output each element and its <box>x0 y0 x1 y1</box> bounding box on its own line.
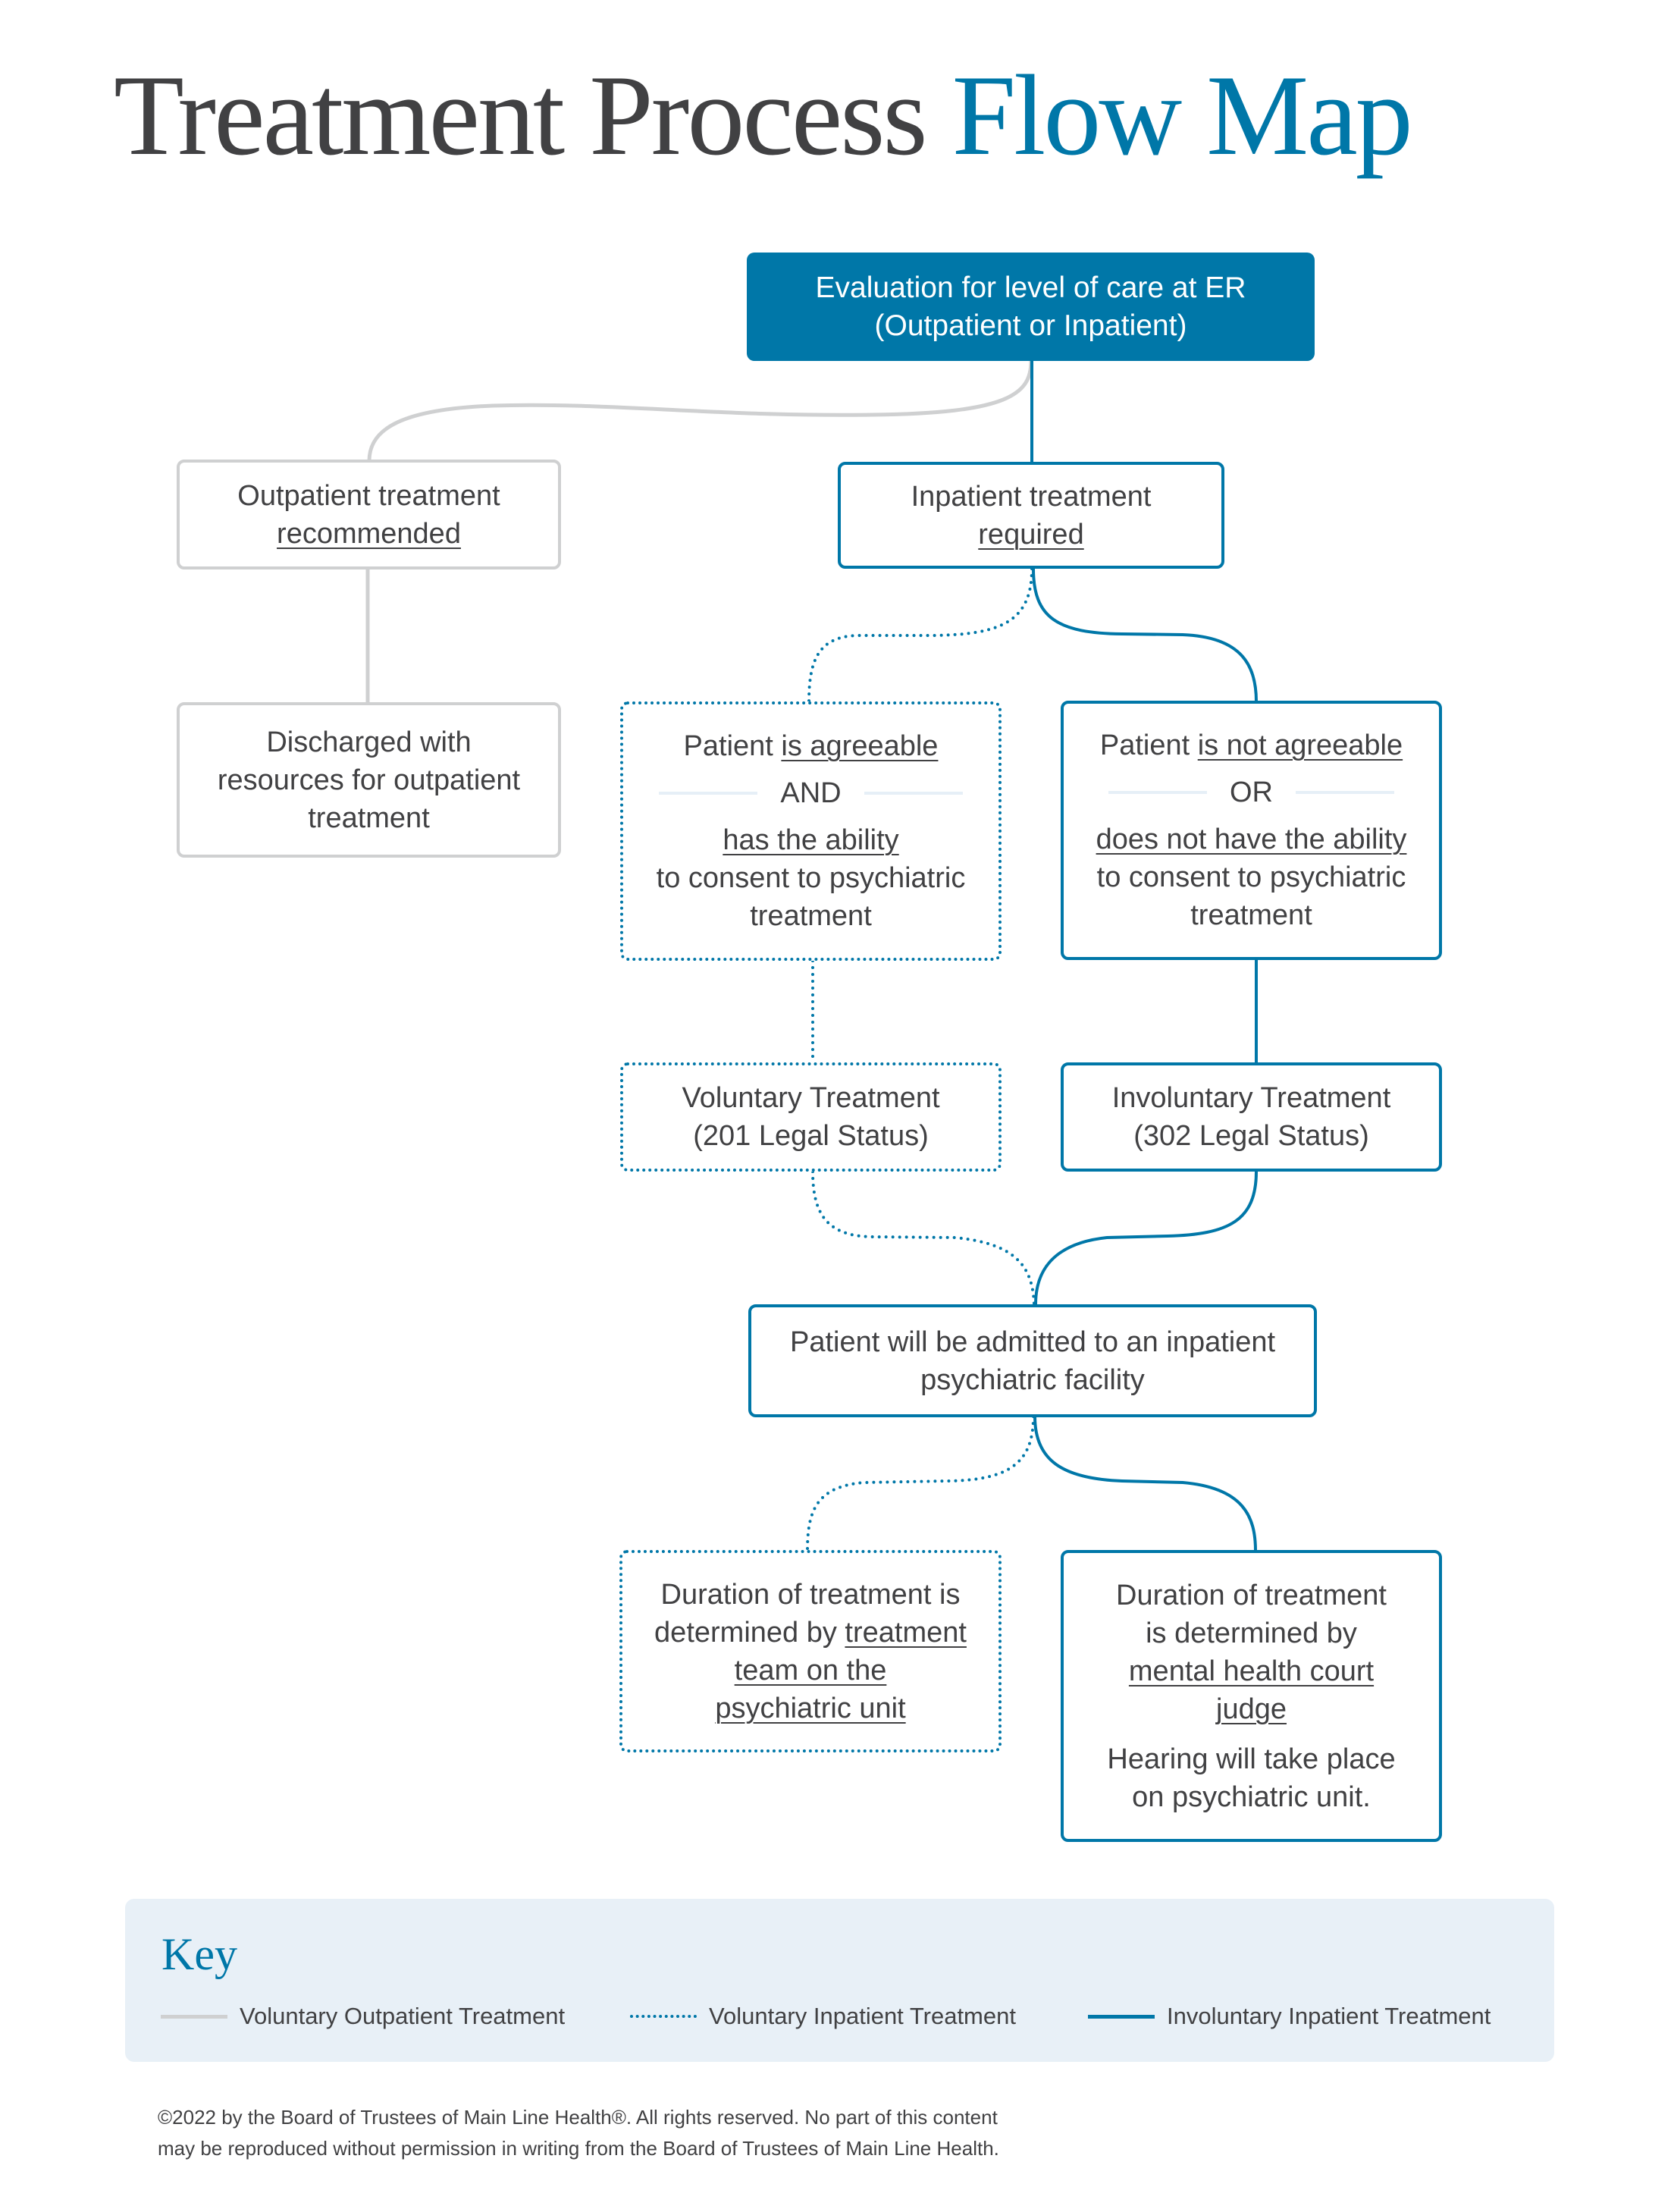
legend-item-involuntary-inpatient: Involuntary Inpatient Treatment <box>1088 2001 1491 2032</box>
connector-involuntary-to-admitted <box>1034 1170 1258 1306</box>
agreeable-line4: to consent to psychiatric <box>656 862 966 894</box>
conjunction-or: OR <box>1230 777 1273 808</box>
legend-label: Voluntary Outpatient Treatment <box>240 2003 566 2029</box>
node-patient-not-agreeable: Patient is not agreeable OR does not hav… <box>1061 701 1442 960</box>
node-evaluation-line1: Evaluation for level of care at ER <box>815 271 1246 304</box>
duration-involuntary-line2: is determined by <box>1146 1617 1357 1649</box>
not-agreeable-ability: does not have the ability <box>1096 824 1407 855</box>
legend-item-voluntary-outpatient: Voluntary Outpatient Treatment <box>161 2001 565 2032</box>
node-patient-agreeable: Patient is agreeable AND has the ability… <box>620 701 1002 961</box>
connector-voluntary-to-admitted <box>811 1170 1036 1306</box>
node-admitted: Patient will be admitted to an inpatient… <box>748 1304 1317 1417</box>
not-agreeable-line4: to consent to psychiatric <box>1096 861 1406 893</box>
duration-voluntary-line1: Duration of treatment is <box>660 1578 961 1611</box>
gray-solid-line-icon <box>161 2014 227 2019</box>
admitted-line2: psychiatric facility <box>920 1363 1145 1396</box>
legend-key-panel: Key Voluntary Outpatient Treatment Volun… <box>125 1899 1554 2062</box>
separator-line <box>1296 791 1394 794</box>
node-duration-voluntary: Duration of treatment is determined by t… <box>619 1550 1002 1752</box>
separator-line <box>864 792 963 795</box>
connector-evaluation-to-outpatient <box>367 359 1033 463</box>
node-outpatient: Outpatient treatment recommended <box>177 460 561 569</box>
legend-label: Voluntary Inpatient Treatment <box>709 2003 1016 2029</box>
copyright-notice: ©2022 by the Board of Trustees of Main L… <box>158 2102 999 2164</box>
connector-inpatient-to-not-agreeable <box>1032 567 1258 703</box>
copyright-line2: may be reproduced without permission in … <box>158 2137 999 2160</box>
node-evaluation-line2: (Outpatient or Inpatient) <box>874 309 1187 342</box>
duration-involuntary-line1: Duration of treatment <box>1116 1579 1387 1611</box>
not-agreeable-prefix: Patient <box>1099 729 1198 761</box>
duration-involuntary-line4: judge <box>1216 1693 1287 1725</box>
conjunction-and: AND <box>780 777 842 809</box>
node-inpatient: Inpatient treatment required <box>838 462 1224 569</box>
separator-line <box>1108 791 1207 794</box>
agreeable-emphasis: is agreeable <box>781 730 939 762</box>
involuntary-line2: (302 Legal Status) <box>1133 1120 1369 1152</box>
agreeable-line5: treatment <box>750 900 872 932</box>
node-voluntary-treatment: Voluntary Treatment (201 Legal Status) <box>620 1062 1002 1172</box>
not-agreeable-emphasis: is not agreeable <box>1197 729 1403 761</box>
connector-admitted-to-duration-voluntary <box>806 1415 1035 1552</box>
duration-involuntary-line6: on psychiatric unit. <box>1132 1781 1371 1813</box>
node-inpatient-line1: Inpatient treatment <box>911 480 1152 513</box>
duration-voluntary-line2-prefix: determined by <box>654 1616 845 1649</box>
node-discharged-line1: Discharged with <box>266 726 472 758</box>
node-evaluation: Evaluation for level of care at ER (Outp… <box>747 253 1315 361</box>
admitted-line1: Patient will be admitted to an inpatient <box>789 1326 1276 1358</box>
node-discharged: Discharged with resources for outpatient… <box>177 702 561 858</box>
agreeable-ability: has the ability <box>723 824 899 856</box>
node-outpatient-line1: Outpatient treatment <box>237 479 500 512</box>
voluntary-line2: (201 Legal Status) <box>693 1120 929 1152</box>
node-involuntary-treatment: Involuntary Treatment (302 Legal Status) <box>1061 1062 1442 1172</box>
blue-solid-line-icon <box>1088 2014 1155 2019</box>
legend-item-voluntary-inpatient: Voluntary Inpatient Treatment <box>630 2001 1016 2032</box>
copyright-line1: ©2022 by the Board of Trustees of Main L… <box>158 2106 998 2129</box>
node-discharged-line3: treatment <box>308 802 430 834</box>
duration-involuntary-line5: Hearing will take place <box>1107 1743 1396 1775</box>
connector-admitted-to-duration-involuntary <box>1033 1415 1257 1552</box>
duration-voluntary-line3: team on the <box>734 1654 887 1686</box>
voluntary-line1: Voluntary Treatment <box>682 1082 940 1114</box>
or-separator: OR <box>1108 773 1394 811</box>
node-inpatient-emphasis: required <box>978 518 1084 551</box>
node-outpatient-emphasis: recommended <box>277 517 461 550</box>
blue-dotted-line-icon <box>630 2015 697 2018</box>
duration-involuntary-line3: mental health court <box>1128 1655 1375 1687</box>
duration-voluntary-line4: psychiatric unit <box>715 1692 906 1724</box>
duration-voluntary-line2-emphasis: treatment <box>845 1616 967 1649</box>
and-separator: AND <box>659 774 963 812</box>
key-title: Key <box>161 1929 237 1979</box>
connector-inpatient-to-agreeable <box>807 567 1033 703</box>
node-duration-involuntary: Duration of treatment is determined by m… <box>1061 1550 1442 1842</box>
legend-label: Involuntary Inpatient Treatment <box>1167 2003 1491 2029</box>
node-discharged-line2: resources for outpatient <box>217 764 521 796</box>
involuntary-line1: Involuntary Treatment <box>1111 1082 1391 1114</box>
separator-line <box>659 792 758 795</box>
agreeable-prefix: Patient <box>683 730 782 762</box>
not-agreeable-line5: treatment <box>1190 899 1312 931</box>
